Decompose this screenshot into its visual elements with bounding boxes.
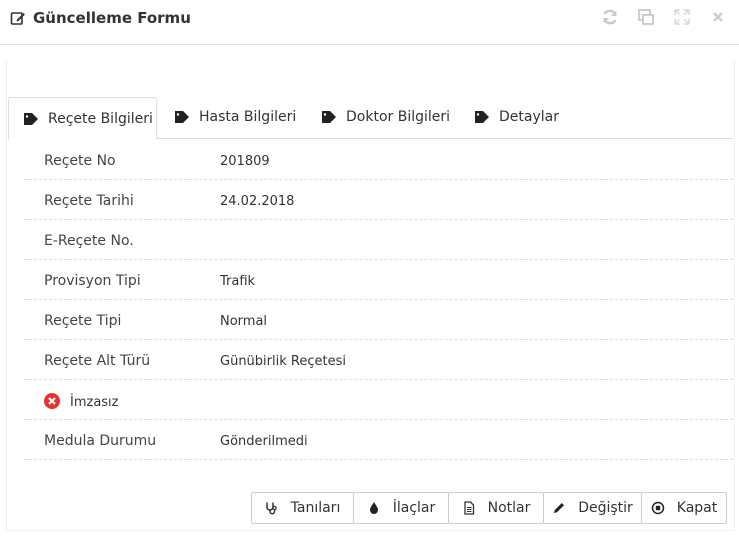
field-label: Provisyon Tipi [44, 273, 141, 289]
signature-status: İmzasız [70, 395, 119, 410]
button-label: Değiştir [578, 500, 633, 516]
button-label: İlaçlar [392, 500, 436, 516]
field-label: Reçete Tipi [44, 313, 122, 329]
field-row-provisyon-tipi: Provisyon Tipi Trafik [24, 260, 733, 300]
action-bar: Tanıları İlaçlar Notlar Değiştir Kapat [251, 492, 727, 524]
stethoscope-icon [265, 502, 277, 515]
tab-label: Hasta Bilgileri [199, 109, 297, 125]
fullscreen-icon[interactable] [671, 6, 693, 28]
window-title: Güncelleme Formu [33, 9, 191, 27]
field-value: Normal [220, 314, 268, 329]
error-circle-icon [44, 393, 60, 409]
field-row-recete-alt-turu: Reçete Alt Türü Günübirlik Reçetesi [24, 340, 733, 380]
field-row-recete-tipi: Reçete Tipi Normal [24, 300, 733, 340]
tab-doktor-bilgileri[interactable]: Doktor Bilgileri [322, 97, 462, 137]
field-value: 24.02.2018 [220, 194, 295, 209]
tab-label: Detaylar [499, 109, 559, 125]
field-row-recete-tarihi: Reçete Tarihi 24.02.2018 [24, 180, 733, 220]
tag-icon [175, 111, 189, 123]
button-label: Tanıları [290, 500, 341, 516]
kapat-button[interactable]: Kapat [641, 492, 727, 524]
button-label: Kapat [676, 500, 718, 516]
close-icon[interactable] [707, 6, 729, 28]
tab-recete-bilgileri[interactable]: Reçete Bilgileri [8, 97, 157, 140]
tag-icon [24, 112, 38, 125]
field-row-recete-no: Reçete No 201809 [24, 140, 733, 180]
field-value: Gönderilmedi [220, 434, 308, 449]
field-label: Reçete Alt Türü [44, 353, 151, 369]
field-list: Reçete No 201809 Reçete Tarihi 24.02.201… [24, 140, 733, 460]
edit-icon [10, 12, 25, 25]
degistir-button[interactable]: Değiştir [543, 492, 642, 524]
window-header: Güncelleme Formu [0, 0, 739, 45]
tag-icon [475, 111, 489, 123]
tab-bar: Reçete Bilgileri Hasta Bilgileri Doktor … [8, 97, 733, 140]
tab-detaylar[interactable]: Detaylar [475, 97, 575, 137]
field-label: Reçete Tarihi [44, 193, 134, 209]
field-row-e-recete-no: E-Reçete No. [24, 220, 733, 260]
tag-icon [322, 111, 336, 123]
field-label: Medula Durumu [44, 433, 157, 449]
tab-label: Doktor Bilgileri [346, 109, 451, 125]
field-label: Reçete No [44, 153, 116, 169]
field-row-imza: İmzasız [24, 380, 733, 420]
field-value: Günübirlik Reçetesi [220, 354, 346, 369]
pencil-icon [554, 503, 565, 513]
stop-circle-icon [651, 501, 665, 515]
tab-label: Reçete Bilgileri [48, 110, 153, 127]
field-value: Trafik [220, 274, 256, 289]
refresh-icon[interactable] [599, 6, 621, 28]
field-row-medula-durumu: Medula Durumu Gönderilmedi [24, 420, 733, 460]
tab-hasta-bilgileri[interactable]: Hasta Bilgileri [175, 97, 310, 137]
notlar-button[interactable]: Notlar [448, 492, 544, 524]
drop-icon [369, 502, 378, 514]
title-wrap: Güncelleme Formu [10, 9, 191, 27]
restore-icon[interactable] [635, 6, 657, 28]
file-icon [463, 501, 474, 515]
window-controls [585, 6, 729, 28]
field-label: E-Reçete No. [44, 233, 134, 249]
field-value: 201809 [220, 154, 270, 169]
button-label: Notlar [487, 500, 531, 516]
tanilari-button[interactable]: Tanıları [251, 492, 354, 524]
ilaclar-button[interactable]: İlaçlar [353, 492, 449, 524]
